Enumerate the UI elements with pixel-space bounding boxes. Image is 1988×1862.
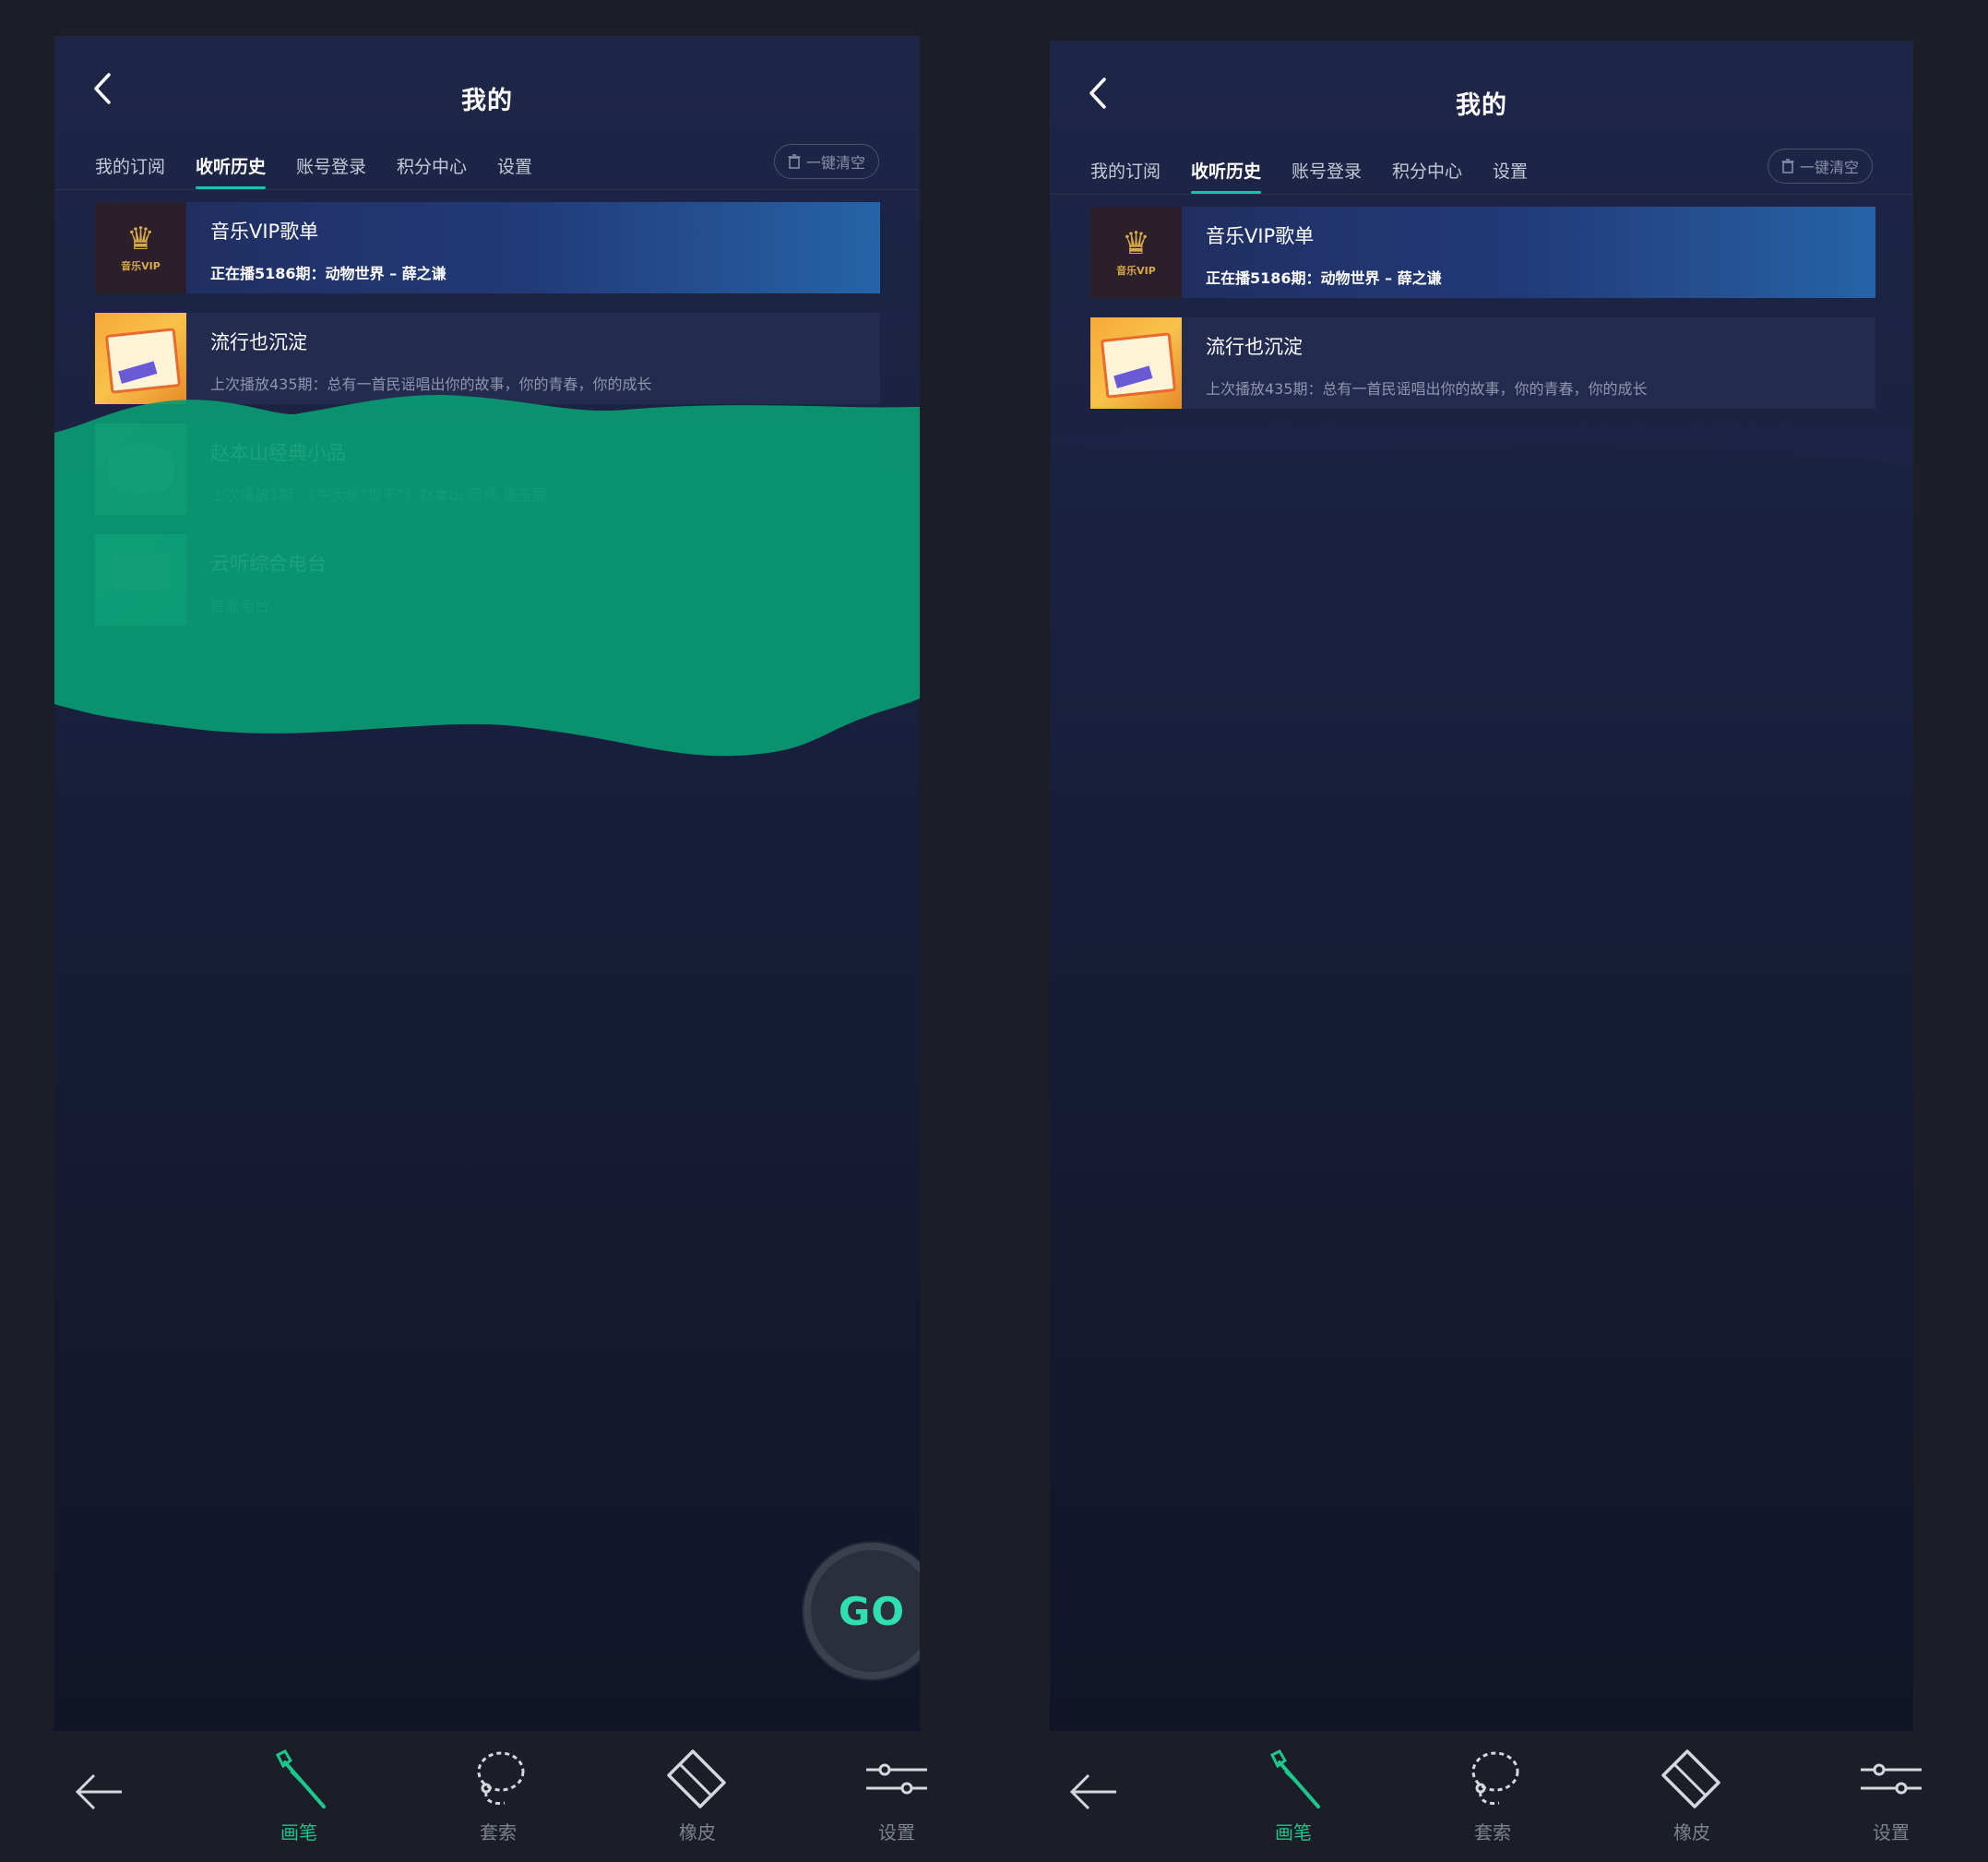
list-item[interactable]: ♛ 音乐VIP 音乐VIP歌单 正在播5186期：动物世界 – 薛之谦 xyxy=(1090,207,1875,298)
item-title: 流行也沉淀 xyxy=(1206,336,1303,358)
item-subtitle: 上次播放1期：《牛大叔“提干”》赵本山 范伟 张玉屏 xyxy=(210,486,547,504)
back-arrow-icon xyxy=(75,1773,122,1810)
tool-label: 画笔 xyxy=(280,1821,317,1844)
trash-icon xyxy=(788,154,801,169)
clear-all-label: 一键清空 xyxy=(805,154,865,172)
tool-label: 橡皮 xyxy=(679,1821,716,1844)
clear-all-label: 一键清空 xyxy=(1799,159,1859,176)
item-title: 赵本山经典小品 xyxy=(210,442,346,464)
history-list: ♛ 音乐VIP 音乐VIP歌单 正在播5186期：动物世界 – 薛之谦 流行也沉… xyxy=(95,202,880,645)
tab-subscriptions[interactable]: 我的订阅 xyxy=(95,149,165,189)
lasso-icon xyxy=(1471,1751,1519,1805)
tab-bar: 我的订阅 收听历史 账号登录 积分中心 设置 xyxy=(1090,153,1876,199)
tool-settings[interactable]: 设置 xyxy=(1836,1748,1946,1858)
tab-settings[interactable]: 设置 xyxy=(1493,153,1528,194)
crown-icon: ♛ xyxy=(126,220,155,257)
tab-divider xyxy=(54,189,920,190)
tab-listening-history[interactable]: 收听历史 xyxy=(1191,153,1262,194)
eraser-icon xyxy=(1661,1749,1720,1808)
tab-points-center[interactable]: 积分中心 xyxy=(1392,153,1462,194)
phone-screen: 我的 我的订阅 收听历史 账号登录 积分中心 设置 一键清空 ♛ 音乐VIP 音… xyxy=(54,36,920,1731)
tool-label: 橡皮 xyxy=(1673,1821,1710,1844)
history-list: ♛ 音乐VIP 音乐VIP歌单 正在播5186期：动物世界 – 薛之谦 流行也沉… xyxy=(1090,207,1875,428)
tool-label: 套索 xyxy=(480,1821,517,1844)
app-header: 我的 xyxy=(54,36,920,128)
item-subtitle: 正在播5186期：动物世界 – 薛之谦 xyxy=(1206,269,1442,287)
bottom-toolbar: 画笔 套索 橡皮 设置 xyxy=(994,1731,1988,1862)
tab-settings[interactable]: 设置 xyxy=(497,149,532,189)
tab-account-login[interactable]: 账号登录 xyxy=(1292,153,1362,194)
eraser-icon xyxy=(667,1749,726,1808)
item-title: 音乐VIP歌单 xyxy=(1206,225,1315,247)
clear-all-button[interactable]: 一键清空 xyxy=(774,144,879,179)
sliders-icon xyxy=(866,1763,927,1795)
item-title: 流行也沉淀 xyxy=(210,331,307,353)
item-title: 云听综合电台 xyxy=(210,553,327,575)
go-button[interactable]: GO xyxy=(804,1543,920,1679)
brush-icon xyxy=(1269,1749,1320,1808)
sliders-icon xyxy=(1861,1763,1922,1795)
album-cover: ♛ 音乐VIP xyxy=(95,202,186,293)
tool-eraser[interactable]: 橡皮 xyxy=(642,1748,753,1858)
list-item[interactable]: 云听综合电台 智能电台 xyxy=(95,534,880,626)
list-item[interactable]: 赵本山经典小品 上次播放1期：《牛大叔“提干”》赵本山 范伟 张玉屏 xyxy=(95,424,880,515)
toolbar-back-button[interactable] xyxy=(44,1748,155,1858)
tool-label: 设置 xyxy=(1873,1821,1910,1844)
tab-bar: 我的订阅 收听历史 账号登录 积分中心 设置 xyxy=(95,149,883,195)
tool-label: 设置 xyxy=(878,1821,915,1844)
page-title: 我的 xyxy=(461,87,513,115)
tool-brush[interactable]: 画笔 xyxy=(1238,1748,1349,1858)
crown-icon: ♛ xyxy=(1122,224,1150,262)
tool-brush[interactable]: 画笔 xyxy=(244,1748,354,1858)
left-panel: 我的 我的订阅 收听历史 账号登录 积分中心 设置 一键清空 ♛ 音乐VIP 音… xyxy=(0,0,994,1862)
tool-settings[interactable]: 设置 xyxy=(841,1748,952,1858)
item-subtitle: 上次播放435期：总有一首民谣唱出你的故事，你的青春，你的成长 xyxy=(1206,380,1648,398)
cover-label: 音乐VIP xyxy=(1116,264,1156,277)
album-cover xyxy=(1090,317,1182,409)
album-cover xyxy=(95,534,186,626)
list-item[interactable]: 流行也沉淀 上次播放435期：总有一首民谣唱出你的故事，你的青春，你的成长 xyxy=(1090,317,1875,409)
tool-lasso[interactable]: 套索 xyxy=(1437,1748,1548,1858)
tool-eraser[interactable]: 橡皮 xyxy=(1637,1748,1747,1858)
list-item[interactable]: 流行也沉淀 上次播放435期：总有一首民谣唱出你的故事，你的青春，你的成长 xyxy=(95,313,880,404)
tab-account-login[interactable]: 账号登录 xyxy=(296,149,366,189)
cover-label: 音乐VIP xyxy=(121,259,161,272)
right-panel: 我的 我的订阅 收听历史 账号登录 积分中心 设置 一键清空 ♛ 音乐VIP 音… xyxy=(994,0,1988,1862)
brush-icon xyxy=(275,1749,326,1808)
tab-points-center[interactable]: 积分中心 xyxy=(397,149,467,189)
item-subtitle: 上次播放435期：总有一首民谣唱出你的故事，你的青春，你的成长 xyxy=(210,376,652,393)
tool-label: 套索 xyxy=(1474,1821,1511,1844)
trash-icon xyxy=(1781,159,1794,173)
app-header: 我的 xyxy=(1050,41,1913,133)
item-subtitle: 智能电台 xyxy=(210,597,270,615)
bottom-toolbar: 画笔 套索 橡皮 设置 xyxy=(0,1731,994,1862)
tab-subscriptions[interactable]: 我的订阅 xyxy=(1090,153,1161,194)
clear-all-button[interactable]: 一键清空 xyxy=(1768,149,1873,184)
tab-divider xyxy=(1050,194,1913,195)
tool-label: 画笔 xyxy=(1275,1821,1312,1844)
page-title: 我的 xyxy=(1456,91,1507,120)
toolbar-back-button[interactable] xyxy=(1039,1748,1149,1858)
album-cover xyxy=(95,313,186,404)
lasso-icon xyxy=(477,1751,525,1805)
item-title: 音乐VIP歌单 xyxy=(210,221,319,243)
back-arrow-icon xyxy=(1069,1773,1116,1810)
go-label: GO xyxy=(838,1588,906,1634)
tool-lasso[interactable]: 套索 xyxy=(443,1748,554,1858)
album-cover: ♛ 音乐VIP xyxy=(1090,207,1182,298)
item-subtitle: 正在播5186期：动物世界 – 薛之谦 xyxy=(210,265,446,282)
phone-screen: 我的 我的订阅 收听历史 账号登录 积分中心 设置 一键清空 ♛ 音乐VIP 音… xyxy=(1050,41,1913,1731)
album-cover xyxy=(95,424,186,515)
list-item[interactable]: ♛ 音乐VIP 音乐VIP歌单 正在播5186期：动物世界 – 薛之谦 xyxy=(95,202,880,293)
tab-listening-history[interactable]: 收听历史 xyxy=(196,149,267,189)
